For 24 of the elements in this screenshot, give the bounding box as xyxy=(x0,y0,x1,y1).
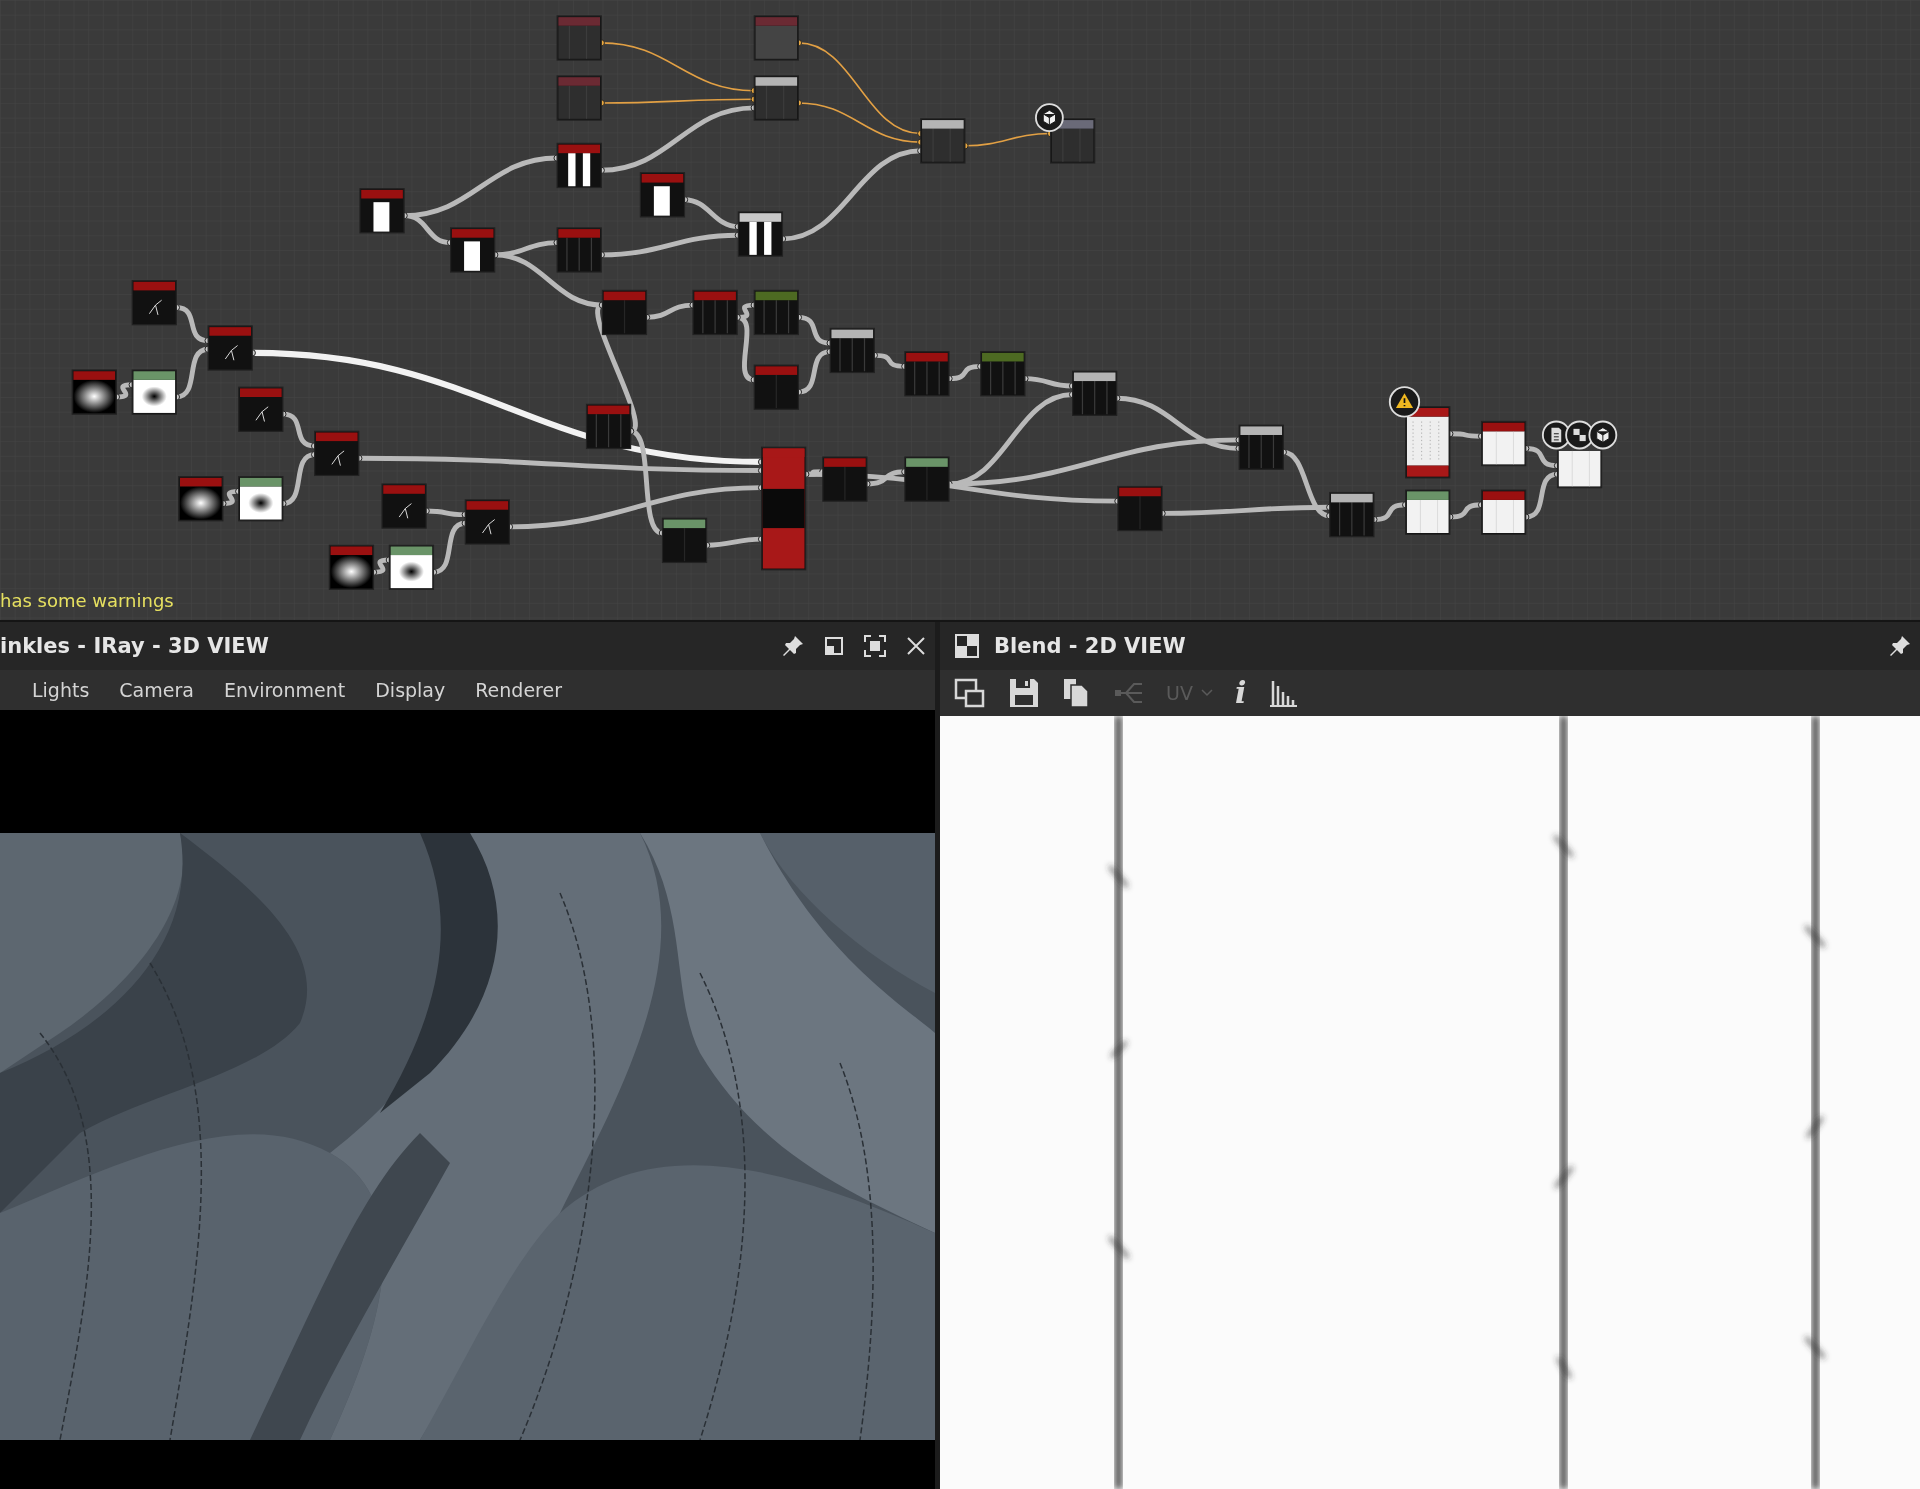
info-button[interactable]: i xyxy=(1234,678,1247,708)
menu-item[interactable]: Display xyxy=(375,679,446,701)
restore-icon[interactable] xyxy=(823,635,845,657)
checker-icon xyxy=(954,633,980,659)
cube-icon xyxy=(1588,420,1618,450)
panel-title: Blend - 2D VIEW xyxy=(994,634,1186,658)
pin-icon[interactable] xyxy=(781,634,805,658)
menu-item[interactable]: Lights xyxy=(32,679,90,701)
cube-icon xyxy=(1035,103,1064,133)
menu-item[interactable]: Renderer xyxy=(475,679,562,701)
node-thumbnail[interactable] xyxy=(1556,450,1603,489)
pin-icon[interactable] xyxy=(1888,634,1912,658)
menu-item[interactable]: Environment xyxy=(223,679,346,701)
status-message: has some warnings xyxy=(0,590,174,611)
maximize-icon[interactable] xyxy=(863,634,887,658)
menu-item[interactable]: Camera xyxy=(119,679,194,701)
panel-title: inkles - IRay - 3D VIEW xyxy=(0,634,269,658)
node-thumbnail[interactable] xyxy=(761,446,807,571)
save-icon[interactable] xyxy=(1008,677,1040,709)
screen-icon[interactable] xyxy=(954,677,986,709)
close-icon[interactable] xyxy=(905,635,927,657)
warning-icon xyxy=(1388,386,1421,418)
histogram-icon[interactable] xyxy=(1268,678,1299,708)
caret-icon xyxy=(1200,689,1213,697)
